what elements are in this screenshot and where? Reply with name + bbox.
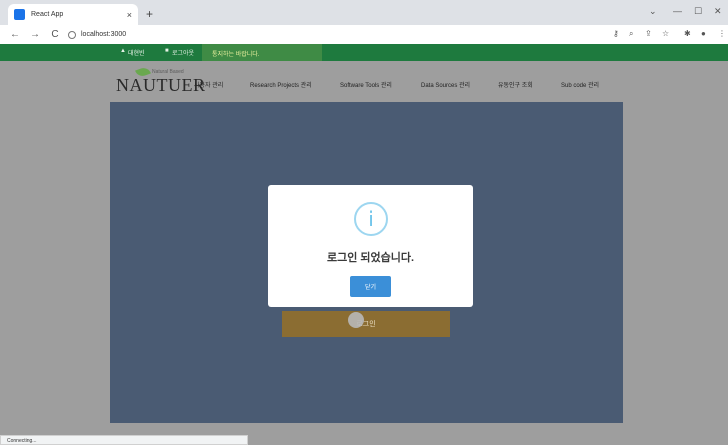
main-nav: Natural Based NAUTUER 사용자 관리 Research Pr… (0, 61, 728, 101)
logout-link[interactable]: 로그아웃 (172, 48, 194, 57)
minimize-icon[interactable]: — (673, 6, 682, 16)
back-icon[interactable]: ← (10, 29, 20, 40)
mouse-cursor (348, 312, 364, 328)
react-favicon-icon (14, 9, 25, 20)
notice-banner: 통지하는 바랍니다. (202, 44, 322, 61)
url-text: localhost:3000 (81, 31, 127, 38)
page-backdrop: ▲ 대현빈 ■ 로그아웃 통지하는 바랍니다. Natural Based NA… (0, 44, 728, 445)
alert-dialog: i 로그인 되었습니다. 닫기 (268, 185, 473, 307)
close-window-icon[interactable]: ✕ (714, 6, 722, 17)
browser-tab[interactable]: React App × (8, 4, 138, 25)
chevron-down-icon[interactable]: ⌄ (649, 6, 657, 17)
menu-icon[interactable]: ⋮ (718, 29, 726, 38)
browser-chrome: React App × + ⌄ — ☐ ✕ ← → C localhost:30… (0, 0, 728, 44)
nav-user-management[interactable]: 사용자 관리 (194, 80, 223, 89)
maximize-icon[interactable]: ☐ (694, 6, 702, 17)
user-name[interactable]: 대현빈 (128, 48, 145, 57)
nav-floating-population[interactable]: 유동인구 조회 (498, 80, 533, 89)
key-icon[interactable]: ⚷ (613, 29, 619, 38)
tab-bar: React App × + ⌄ — ☐ ✕ (0, 0, 728, 25)
nav-research-projects[interactable]: Research Projects 관리 (250, 80, 312, 89)
address-bar[interactable]: localhost:3000 (68, 28, 608, 41)
info-icon: i (354, 202, 388, 236)
new-tab-icon[interactable]: + (146, 7, 153, 21)
nav-sub-code[interactable]: Sub code 관리 (561, 80, 599, 89)
status-bar: Connecting... (0, 435, 248, 445)
extensions-icon[interactable]: ✱ (684, 29, 691, 38)
logo-brand: NAUTUER (116, 75, 206, 95)
top-header-bar: ▲ 대현빈 ■ 로그아웃 통지하는 바랍니다. (0, 44, 728, 61)
browser-toolbar: ← → C localhost:3000 ⚷ ⌕ ⇪ ☆ ✱ ● ⋮ (0, 25, 728, 44)
login-button[interactable]: 로그인 (282, 311, 450, 337)
tab-title: React App (31, 11, 64, 18)
logout-icon: ■ (165, 48, 169, 54)
alert-message: 로그인 되었습니다. (326, 252, 415, 264)
forward-icon[interactable]: → (30, 29, 40, 40)
zoom-icon[interactable]: ⌕ (629, 29, 633, 39)
share-icon[interactable]: ⇪ (645, 29, 652, 38)
site-info-icon[interactable] (68, 30, 76, 39)
reload-icon[interactable]: C (50, 29, 60, 40)
tab-close-icon[interactable]: × (127, 10, 132, 20)
profile-icon[interactable]: ● (701, 29, 706, 38)
nav-software-tools[interactable]: Software Tools 관리 (340, 80, 392, 89)
user-icon: ▲ (120, 48, 126, 54)
close-button[interactable]: 닫기 (350, 276, 391, 297)
nav-data-sources[interactable]: Data Sources 관리 (421, 80, 470, 89)
bookmark-star-icon[interactable]: ☆ (662, 29, 669, 38)
